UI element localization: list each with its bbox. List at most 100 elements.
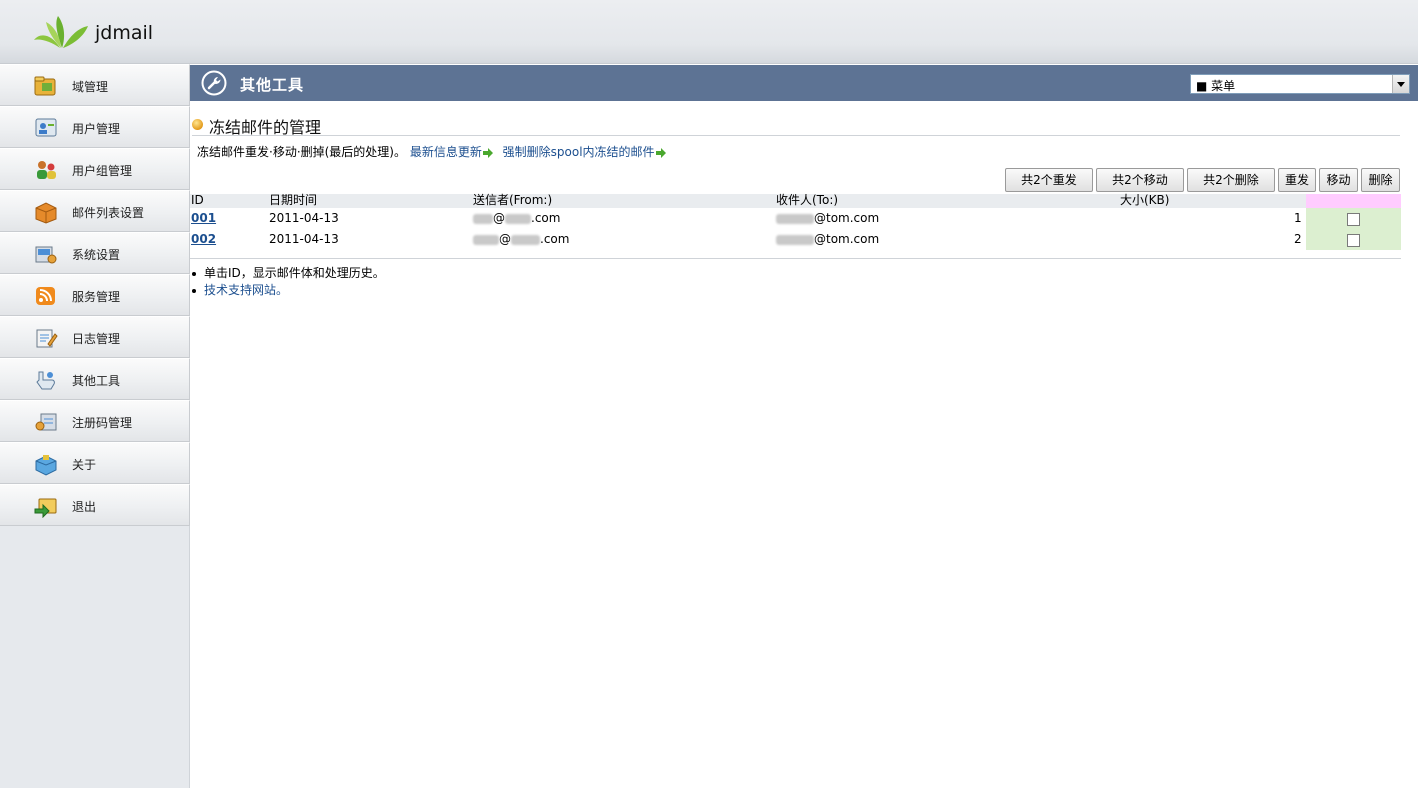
- sidebar-item-label: 日志管理: [72, 332, 121, 346]
- service-rss-icon: [36, 287, 55, 305]
- move-button[interactable]: 移动: [1319, 168, 1358, 192]
- top-header: jdmail: [0, 0, 1418, 64]
- table-row: 002 2011-04-13 @ .com @tom.com 2: [190, 229, 1401, 250]
- registration-key-icon: [35, 413, 57, 431]
- col-to: 收件人(To:): [776, 193, 839, 207]
- green-arrow-icon: [482, 147, 493, 158]
- sidebar-item-label: 域管理: [72, 80, 109, 94]
- brand-name: jdmail: [95, 22, 154, 44]
- sidebar-item-label: 服务管理: [72, 290, 121, 304]
- about-box-icon: [35, 455, 57, 476]
- log-notepad-icon: [36, 329, 58, 348]
- divider: [190, 258, 1401, 259]
- sidebar-item-label: 其他工具: [72, 374, 121, 388]
- from-domain-suffix: .com: [531, 211, 561, 225]
- system-settings-icon: [35, 246, 57, 264]
- green-arrow-icon: [655, 147, 666, 158]
- sidebar-item-mailing-lists[interactable]: 邮件列表设置: [0, 190, 190, 232]
- sidebar-item-logs[interactable]: 日志管理: [0, 316, 190, 358]
- col-datetime: 日期时间: [269, 193, 318, 207]
- row-datetime: 2011-04-13: [269, 232, 339, 246]
- row-from: @ .com: [473, 211, 560, 225]
- domain-folder-icon: [34, 76, 56, 96]
- sidebar-item-system-settings[interactable]: 系统设置: [0, 232, 190, 274]
- orange-bullet-icon: [192, 119, 203, 130]
- wrench-icon: [201, 70, 227, 96]
- sidebar-item-user-groups[interactable]: 用户组管理: [0, 148, 190, 190]
- row-size: 1: [1294, 211, 1302, 225]
- row-id-cell: 002: [191, 232, 216, 246]
- col-from: 送信者(From:): [473, 193, 553, 207]
- list-item: 技术支持网站。: [192, 282, 385, 299]
- redacted-text: [776, 213, 814, 224]
- delete-button[interactable]: 删除: [1361, 168, 1400, 192]
- operations-line: 冻结邮件重发·移动·删掉(最后的处理)。 最新信息更新 强制删除spool内冻结…: [197, 143, 672, 160]
- page-title: 其他工具: [240, 76, 305, 94]
- row-checkbox[interactable]: [1347, 213, 1360, 226]
- table-row: 001 2011-04-13 @ .com @tom.com 1: [190, 208, 1401, 229]
- sidebar-item-services[interactable]: 服务管理: [0, 274, 190, 316]
- message-id-link[interactable]: 001: [191, 211, 216, 225]
- page-titlebar: 其他工具 ■ 菜单: [190, 65, 1418, 101]
- force-delete-spool-link[interactable]: 强制删除spool内冻结的邮件: [503, 145, 655, 159]
- section-header: 冻结邮件的管理: [192, 114, 1400, 137]
- row-size: 2: [1294, 232, 1302, 246]
- sidebar-item-label: 注册码管理: [72, 416, 133, 430]
- menu-dropdown[interactable]: ■ 菜单: [1190, 74, 1410, 94]
- row-checkbox[interactable]: [1347, 234, 1360, 247]
- message-id-link[interactable]: 002: [191, 232, 216, 246]
- sidebar-item-logout[interactable]: 退出: [0, 484, 190, 526]
- sidebar-item-other-tools[interactable]: 其他工具: [0, 358, 190, 400]
- row-to: @tom.com: [776, 211, 879, 225]
- to-domain: @tom.com: [814, 232, 880, 246]
- operations-description: 冻结邮件重发·移动·删掉(最后的处理)。: [197, 145, 406, 159]
- user-card-icon: [35, 118, 57, 137]
- row-to: @tom.com: [776, 232, 879, 246]
- sidebar-item-label: 系统设置: [72, 248, 121, 262]
- resend-button[interactable]: 重发: [1278, 168, 1316, 192]
- tools-hand-icon: [36, 371, 55, 390]
- table-header: ID 日期时间 送信者(From:) 收件人(To:) 大小(KB): [190, 194, 1401, 208]
- sidebar: 域管理 用户管理 用户组管理 邮件列表设置 系统设置 服务管理 日志管理 其他工…: [0, 64, 190, 788]
- redacted-text: [473, 234, 499, 245]
- hint-text: 单击ID，显示邮件体和处理历史。: [204, 266, 385, 280]
- sidebar-item-label: 邮件列表设置: [72, 206, 145, 220]
- col-size: 大小(KB): [1120, 193, 1170, 207]
- sidebar-item-registration[interactable]: 注册码管理: [0, 400, 190, 442]
- redacted-text: [776, 234, 814, 245]
- support-site-link[interactable]: 技术支持网站。: [204, 283, 288, 297]
- bullet-icon: [192, 288, 196, 293]
- main-content: 其他工具 ■ 菜单 冻结邮件的管理 冻结邮件重发·移动·删掉(最后的处理)。 最…: [190, 64, 1418, 788]
- col-select: [1306, 194, 1401, 208]
- sidebar-item-about[interactable]: 关于: [0, 442, 190, 484]
- row-from: @ .com: [473, 232, 569, 246]
- resend-all-button[interactable]: 共2个重发: [1005, 168, 1093, 192]
- sidebar-item-label: 关于: [72, 458, 97, 472]
- row-select-cell: [1306, 208, 1401, 229]
- col-id: ID: [191, 193, 204, 207]
- bullet-icon: [192, 271, 196, 276]
- redacted-text: [511, 234, 540, 245]
- leaf-logo-icon: [34, 16, 88, 48]
- sidebar-item-label: 用户组管理: [72, 164, 133, 178]
- from-domain-suffix: .com: [540, 232, 570, 246]
- logout-arrow-icon: [34, 498, 57, 518]
- sidebar-item-domain[interactable]: 域管理: [0, 64, 190, 106]
- row-datetime: 2011-04-13: [269, 211, 339, 225]
- sidebar-item-label: 用户管理: [72, 122, 121, 136]
- delete-all-button[interactable]: 共2个删除: [1187, 168, 1275, 192]
- redacted-text: [473, 213, 493, 224]
- move-all-button[interactable]: 共2个移动: [1096, 168, 1184, 192]
- row-id-cell: 001: [191, 211, 216, 225]
- sidebar-item-users[interactable]: 用户管理: [0, 106, 190, 148]
- chevron-down-icon[interactable]: [1392, 75, 1409, 93]
- to-domain: @tom.com: [814, 211, 880, 225]
- mailing-list-box-icon: [35, 202, 57, 224]
- section-title: 冻结邮件的管理: [209, 118, 322, 137]
- user-group-icon: [37, 161, 56, 179]
- sidebar-item-label: 退出: [72, 500, 97, 514]
- notes-list: 单击ID，显示邮件体和处理历史。 技术支持网站。: [192, 265, 385, 299]
- row-select-cell: [1306, 229, 1401, 250]
- redacted-text: [505, 213, 531, 224]
- refresh-link[interactable]: 最新信息更新: [410, 145, 482, 159]
